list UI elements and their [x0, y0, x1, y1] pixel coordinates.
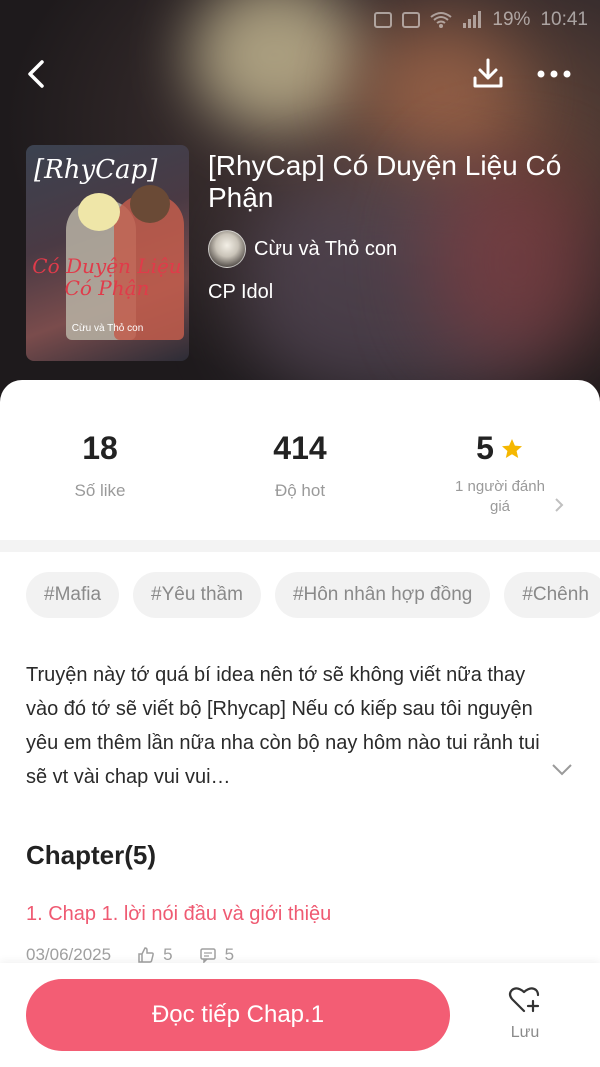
- chapter-likes: 5: [163, 945, 173, 964]
- tag-chip[interactable]: #Hôn nhân hợp đồng: [274, 572, 491, 618]
- chapter-comments: 5: [224, 945, 235, 964]
- book-cover[interactable]: [RhyCap] Có Duyện Liệu Có Phận Cừu và Th…: [26, 145, 189, 361]
- author-avatar[interactable]: [208, 230, 246, 268]
- likes-label: Số like: [74, 481, 126, 500]
- tag-chip[interactable]: #Mafia: [26, 572, 120, 618]
- book-description: Truyện này tớ quá bí idea nên tớ sẽ khôn…: [26, 664, 540, 788]
- cover-script-title: Có Duyện Liệu Có Phận: [32, 254, 182, 300]
- chevron-down-icon[interactable]: [550, 762, 574, 778]
- star-icon: [501, 438, 522, 458]
- continue-reading-button[interactable]: Đọc tiếp Chap.1: [26, 979, 450, 1051]
- status-bar: 19% 10:41: [374, 6, 588, 34]
- tag-chip[interactable]: #Yêu thầm: [133, 572, 261, 618]
- chevron-right-icon[interactable]: [552, 497, 566, 513]
- author-name[interactable]: Cừu và Thỏ con: [254, 238, 397, 261]
- book-title: [RhyCap] Có Duyện Liệu Có Phận: [208, 150, 562, 213]
- battery-text: 19%: [492, 9, 531, 30]
- more-options-button[interactable]: [532, 52, 576, 96]
- thumbs-up-icon: [138, 947, 154, 963]
- mute-icon: [402, 12, 421, 28]
- download-icon: [473, 58, 503, 88]
- chapter-date: 03/06/2025: [26, 945, 112, 964]
- hot-count: 414: [273, 430, 327, 466]
- rating-value: 5: [476, 430, 494, 466]
- hot-label: Độ hot: [274, 481, 326, 500]
- stat-hot: 414 Độ hot: [200, 430, 400, 501]
- comment-icon: [199, 948, 216, 964]
- likes-count: 18: [82, 430, 118, 466]
- rating-label: 1 người đánh giá: [455, 478, 545, 515]
- cover-title: [RhyCap]: [34, 155, 158, 185]
- stats-row: 18 Số like 414 Độ hot 5 1 người đánh giá: [0, 430, 600, 540]
- section-divider: [0, 540, 600, 552]
- tag-list: #Mafia #Yêu thầm #Hôn nhân hợp đồng #Chê…: [26, 572, 600, 618]
- book-category[interactable]: CP Idol: [208, 281, 273, 304]
- download-button[interactable]: [466, 52, 510, 96]
- save-label: Lưu: [510, 1024, 540, 1041]
- signal-icon: [463, 11, 482, 28]
- more-dots-icon: [537, 70, 571, 78]
- save-button[interactable]: Lưu: [494, 985, 556, 1042]
- cover-author: Cừu và Thỏ con: [71, 323, 144, 334]
- notification-icon: [374, 12, 393, 28]
- chapter-item-meta: 03/06/2025 5 5: [26, 945, 234, 965]
- stat-likes: 18 Số like: [0, 430, 200, 501]
- stat-rating[interactable]: 5 1 người đánh giá: [400, 430, 600, 516]
- author-row[interactable]: Cừu và Thỏ con: [208, 230, 397, 268]
- heart-plus-icon: [508, 987, 540, 1013]
- back-button[interactable]: [14, 52, 58, 96]
- wifi-icon: [430, 12, 453, 28]
- chapter-item-title[interactable]: 1. Chap 1. lời nói đầu và giới thiệu: [26, 903, 331, 926]
- tag-chip[interactable]: #Chênh: [504, 572, 600, 618]
- back-arrow-icon: [28, 60, 44, 88]
- chapter-heading: Chapter(5): [26, 840, 157, 870]
- clock: 10:41: [540, 9, 588, 30]
